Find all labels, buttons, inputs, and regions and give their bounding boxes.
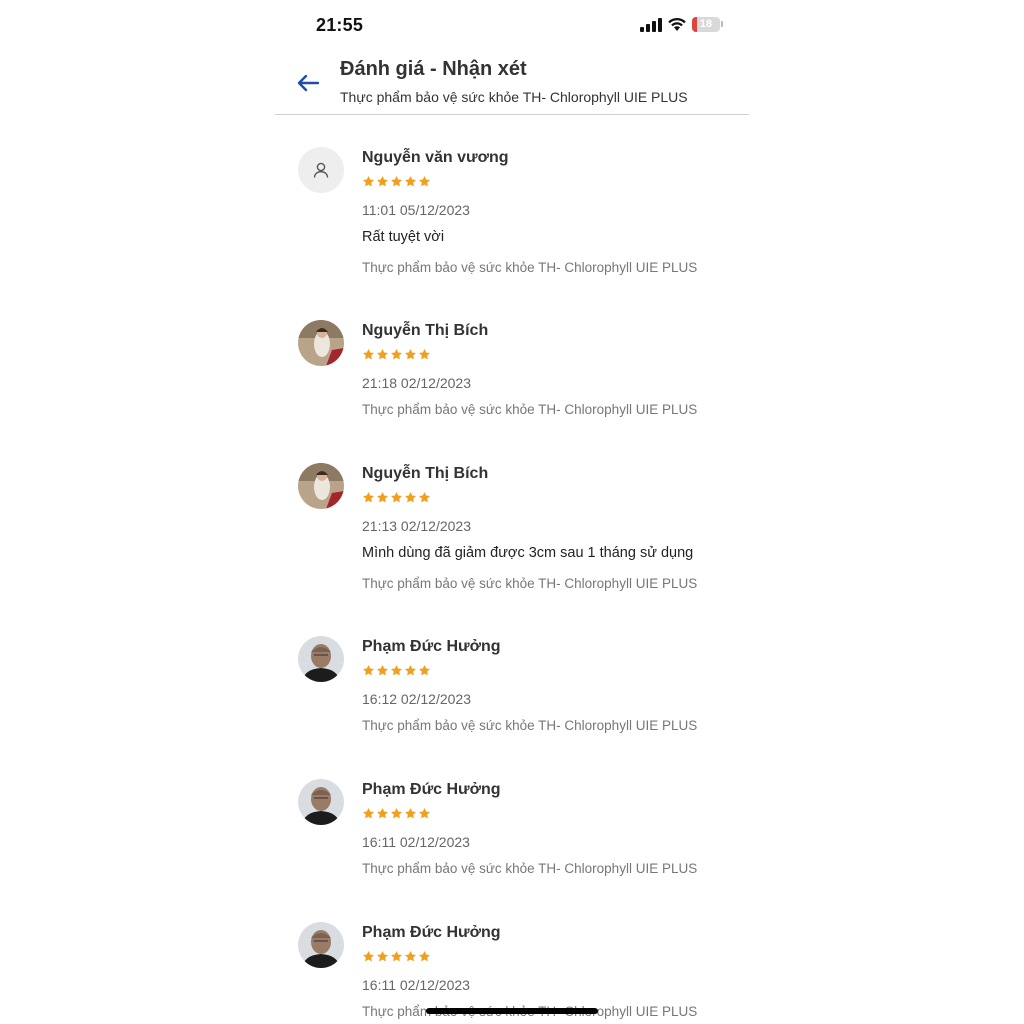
avatar[interactable] bbox=[298, 463, 344, 509]
star-icon bbox=[363, 491, 374, 503]
back-button[interactable] bbox=[293, 68, 323, 98]
reviewed-product-name[interactable]: Thực phẩm bảo vệ sức khỏe TH- Chlorophyl… bbox=[362, 260, 697, 275]
profile-photo bbox=[298, 320, 344, 366]
star-icon bbox=[363, 950, 374, 962]
profile-photo bbox=[298, 922, 344, 968]
review-comment: Mình dùng đã giảm được 3cm sau 1 tháng s… bbox=[362, 545, 694, 561]
cellular-signal-icon bbox=[640, 18, 662, 32]
star-rating bbox=[362, 348, 431, 361]
product-subtitle: Thực phẩm bảo vệ sức khỏe TH- Chlorophyl… bbox=[340, 89, 688, 105]
review-comment: Rất tuyệt vời bbox=[362, 229, 445, 245]
wifi-icon bbox=[668, 17, 686, 31]
star-icon bbox=[391, 491, 402, 503]
star-icon bbox=[419, 807, 430, 819]
star-icon bbox=[363, 175, 374, 187]
star-icon bbox=[391, 807, 402, 819]
star-icon bbox=[377, 950, 388, 962]
reviewer-name: Phạm Đức Hưởng bbox=[362, 638, 501, 655]
star-icon bbox=[419, 664, 430, 676]
star-icon bbox=[391, 175, 402, 187]
reviewer-name: Phạm Đức Hưởng bbox=[362, 781, 501, 798]
reviewed-product-name[interactable]: Thực phẩm bảo vệ sức khỏe TH- Chlorophyl… bbox=[362, 402, 697, 417]
star-icon bbox=[363, 664, 374, 676]
reviewed-product-name[interactable]: Thực phẩm bảo vệ sức khỏe TH- Chlorophyl… bbox=[362, 861, 697, 876]
star-icon bbox=[419, 348, 430, 360]
review-timestamp: 21:18 02/12/2023 bbox=[362, 375, 471, 391]
battery-icon: 18 bbox=[692, 17, 720, 32]
review-timestamp: 16:12 02/12/2023 bbox=[362, 691, 471, 707]
profile-photo bbox=[298, 779, 344, 825]
star-icon bbox=[405, 807, 416, 819]
star-icon bbox=[377, 348, 388, 360]
battery-cap bbox=[721, 21, 723, 27]
star-rating bbox=[362, 950, 431, 963]
star-icon bbox=[377, 664, 388, 676]
star-icon bbox=[405, 664, 416, 676]
star-rating bbox=[362, 491, 431, 504]
arrow-left-icon bbox=[297, 74, 320, 92]
star-icon bbox=[377, 175, 388, 187]
review-timestamp: 11:01 05/12/2023 bbox=[362, 202, 470, 218]
star-icon bbox=[405, 491, 416, 503]
reviewer-name: Nguyễn Thị Bích bbox=[362, 322, 489, 339]
star-icon bbox=[377, 491, 388, 503]
star-icon bbox=[405, 175, 416, 187]
reviewer-name: Nguyễn Thị Bích bbox=[362, 465, 489, 482]
status-time: 21:55 bbox=[316, 15, 364, 35]
avatar[interactable] bbox=[298, 636, 344, 682]
star-icon bbox=[405, 348, 416, 360]
user-icon bbox=[313, 162, 329, 178]
profile-photo bbox=[298, 636, 344, 682]
home-indicator bbox=[426, 1008, 598, 1014]
avatar[interactable] bbox=[298, 320, 344, 366]
star-rating bbox=[362, 175, 431, 188]
battery-level: 18 bbox=[699, 18, 713, 30]
star-icon bbox=[419, 491, 430, 503]
star-rating bbox=[362, 664, 431, 677]
star-icon bbox=[363, 807, 374, 819]
star-icon bbox=[391, 664, 402, 676]
review-timestamp: 21:13 02/12/2023 bbox=[362, 518, 471, 534]
star-icon bbox=[391, 950, 402, 962]
avatar[interactable] bbox=[298, 147, 344, 193]
star-rating bbox=[362, 807, 431, 820]
reviewed-product-name[interactable]: Thực phẩm bảo vệ sức khỏe TH- Chlorophyl… bbox=[362, 576, 697, 591]
profile-photo bbox=[298, 463, 344, 509]
review-timestamp: 16:11 02/12/2023 bbox=[362, 977, 470, 993]
header-divider bbox=[275, 114, 749, 115]
reviewer-name: Phạm Đức Hưởng bbox=[362, 924, 501, 941]
avatar[interactable] bbox=[298, 779, 344, 825]
star-icon bbox=[377, 807, 388, 819]
reviewed-product-name[interactable]: Thực phẩm bảo vệ sức khỏe TH- Chlorophyl… bbox=[362, 718, 697, 733]
avatar[interactable] bbox=[298, 922, 344, 968]
star-icon bbox=[405, 950, 416, 962]
star-icon bbox=[391, 348, 402, 360]
review-timestamp: 16:11 02/12/2023 bbox=[362, 834, 470, 850]
star-icon bbox=[419, 175, 430, 187]
reviewer-name: Nguyễn văn vương bbox=[362, 149, 509, 166]
star-icon bbox=[363, 348, 374, 360]
page-title: Đánh giá - Nhận xét bbox=[340, 58, 527, 80]
star-icon bbox=[419, 950, 430, 962]
